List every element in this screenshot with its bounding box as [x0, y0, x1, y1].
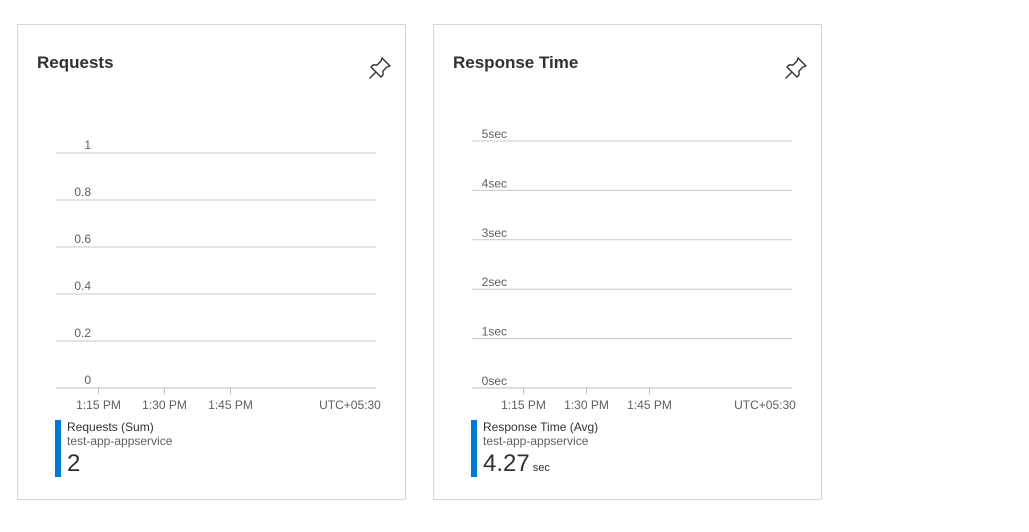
y-tick-label: 0 [84, 373, 91, 387]
y-tick-label: 0.2 [74, 326, 91, 340]
y-tick-label: 1sec [482, 325, 507, 339]
y-tick-label: 3sec [482, 226, 507, 240]
legend-value-unit: sec [532, 462, 550, 474]
y-tick-label: 0.6 [74, 232, 91, 246]
x-tick-label: 1:30 PM [564, 398, 609, 412]
legend-metric-name: Requests (Sum) [67, 420, 154, 434]
y-tick-label: 2sec [482, 275, 507, 289]
y-tick-label: 1 [84, 138, 91, 152]
x-tick-label: 1:15 PM [501, 398, 546, 412]
requests-legend[interactable]: Requests (Sum) test-app-appservice 2 [55, 420, 172, 478]
y-tick-label: 4sec [482, 176, 507, 190]
x-tick-label: 1:30 PM [142, 398, 187, 412]
x-tick-label: UTC+05:30 [319, 398, 381, 412]
y-tick-label: 0sec [482, 374, 507, 388]
y-tick-label: 5sec [482, 127, 507, 141]
legend-resource-name: test-app-appservice [483, 434, 589, 448]
x-tick-label: 1:45 PM [627, 398, 672, 412]
y-tick-label: 0.8 [74, 185, 91, 199]
legend-value-number: 4.27 [483, 450, 530, 477]
legend-value-number: 2 [67, 450, 81, 477]
legend-resource-name: test-app-appservice [67, 434, 173, 448]
requests-tile[interactable]: Requests 0 0.2 0.4 0.6 0.8 1 1:15 PM 1:30 PM 1:4… [17, 24, 406, 500]
legend-metric-name: Response Time (Avg) [483, 420, 599, 434]
response-time-chart: 0sec 1sec 2sec 3sec 4sec 5sec 1:15 PM 1:30 PM 1:… [472, 127, 796, 412]
y-tick-label: 0.4 [74, 279, 91, 293]
requests-chart: 0 0.2 0.4 0.6 0.8 1 1:15 PM 1:30 PM 1:45 PM UTC+0… [56, 138, 381, 412]
x-tick-label: UTC+05:30 [734, 398, 796, 412]
response-time-legend[interactable]: Response Time (Avg) test-app-appservice … [471, 420, 598, 482]
response-time-tile[interactable]: Response Time 0sec 1sec 2sec 3sec 4sec 5sec 1:… [433, 24, 822, 500]
legend-metric-value: 4.27 sec [483, 450, 598, 482]
x-tick-label: 1:15 PM [76, 398, 121, 412]
x-tick-label: 1:45 PM [208, 398, 253, 412]
legend-color-bar [55, 420, 61, 477]
legend-color-bar [471, 420, 477, 477]
legend-metric-value: 2 [67, 450, 172, 478]
